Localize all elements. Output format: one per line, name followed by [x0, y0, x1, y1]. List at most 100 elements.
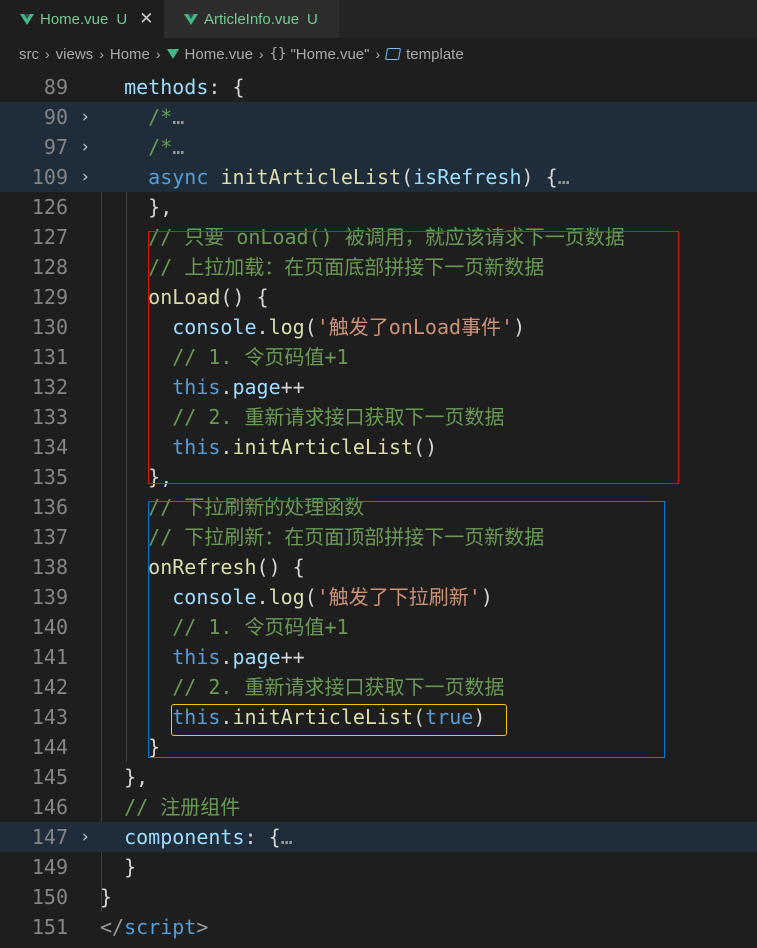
- code-text: methods: {: [100, 72, 244, 102]
- chevron-right-icon: ›: [45, 46, 50, 62]
- fold-chevron-icon[interactable]: ›: [80, 102, 90, 132]
- code-token: (: [401, 165, 414, 189]
- code-editor[interactable]: 89 methods: {90 › /*… 97 › /*… 109 › async in…: [0, 72, 757, 948]
- code-line[interactable]: 147 › components: {…: [0, 822, 757, 852]
- code-line[interactable]: 149 }: [0, 852, 757, 882]
- onload-highlight-box: [148, 231, 679, 484]
- line-number: 90: [0, 102, 68, 132]
- chevron-right-icon: ›: [258, 46, 264, 62]
- code-line[interactable]: 146 // 注册组件: [0, 792, 757, 822]
- line-number: 136: [31, 495, 68, 519]
- code-text: },: [100, 192, 172, 222]
- chevron-right-icon: ›: [99, 46, 104, 62]
- line-number: 137: [31, 525, 68, 549]
- code-token: …: [172, 135, 185, 159]
- fold-chevron-icon[interactable]: ›: [80, 822, 90, 852]
- code-text: </script>: [100, 912, 208, 942]
- tab-label: ArticleInfo.vue: [204, 10, 300, 28]
- code-token: ) {: [521, 165, 558, 189]
- untracked-badge: U: [307, 10, 318, 28]
- code-token: isRefresh: [413, 165, 522, 189]
- code-line[interactable]: 145 },: [0, 762, 757, 792]
- line-number: 97: [0, 132, 68, 162]
- code-line[interactable]: 151 </script>: [0, 912, 757, 942]
- breadcrumb-item-object[interactable]: "Home.vue": [290, 46, 369, 63]
- code-token: async: [148, 165, 209, 189]
- code-text: async initArticleList(isRefresh) {…: [100, 162, 570, 192]
- code-line[interactable]: 109 › async initArticleList(isRefresh) {…: [0, 162, 757, 192]
- code-token: </: [100, 915, 125, 939]
- breadcrumb: src › views › Home › Home.vue › {} "Home…: [0, 38, 757, 70]
- code-text: /*…: [100, 102, 184, 132]
- chevron-right-icon: ›: [155, 46, 161, 62]
- line-number: 139: [31, 585, 68, 609]
- line-number: 131: [31, 345, 68, 369]
- line-number: 144: [31, 735, 68, 759]
- vue-file-icon: [184, 13, 198, 25]
- breadcrumb-item-home-vue[interactable]: Home.vue: [185, 46, 253, 63]
- tab-home-vue[interactable]: Home.vue U ✕: [0, 0, 164, 38]
- code-token: // 注册组件: [124, 795, 241, 819]
- line-number: 128: [31, 255, 68, 279]
- tab-articleinfo-vue[interactable]: ArticleInfo.vue U: [164, 0, 339, 38]
- line-number: 135: [31, 465, 68, 489]
- code-text: },: [100, 762, 148, 792]
- breadcrumb-item-home-folder[interactable]: Home: [110, 46, 150, 63]
- line-number: 147: [0, 822, 68, 852]
- code-token: methods: [124, 75, 209, 99]
- line-number: 126: [31, 195, 68, 219]
- code-token: …: [280, 825, 293, 849]
- code-line[interactable]: 90 › /*…: [0, 102, 757, 132]
- code-line[interactable]: 97 › /*…: [0, 132, 757, 162]
- line-number: 145: [31, 765, 68, 789]
- code-token: }: [100, 885, 113, 909]
- code-text: /*…: [100, 132, 184, 162]
- code-token: script: [124, 915, 197, 939]
- code-line[interactable]: 126 },: [0, 192, 757, 222]
- line-number: 149: [31, 855, 68, 879]
- line-number: 133: [31, 405, 68, 429]
- line-number: 142: [31, 675, 68, 699]
- line-number: 109: [0, 162, 68, 192]
- fold-chevron-icon[interactable]: ›: [80, 132, 90, 162]
- line-number: 134: [31, 435, 68, 459]
- code-line[interactable]: 89 methods: {: [0, 72, 757, 102]
- close-icon[interactable]: ✕: [139, 9, 153, 29]
- untracked-badge: U: [116, 10, 128, 28]
- code-token: },: [124, 765, 149, 789]
- vue-file-icon: [166, 49, 179, 59]
- code-text: }: [100, 882, 112, 912]
- code-token: …: [557, 165, 570, 189]
- fold-chevron-icon[interactable]: ›: [80, 162, 90, 192]
- code-line[interactable]: 150}: [0, 882, 757, 912]
- breadcrumb-item-src[interactable]: src: [19, 46, 39, 63]
- cube-icon: [385, 48, 402, 60]
- breadcrumb-item-template[interactable]: template: [406, 46, 464, 63]
- code-token: /*: [148, 135, 173, 159]
- code-token: >: [196, 915, 209, 939]
- line-number: 150: [31, 885, 68, 909]
- code-text: components: {…: [100, 822, 293, 852]
- line-number: 143: [31, 705, 68, 729]
- code-text: // 注册组件: [100, 792, 240, 822]
- line-number: 89: [43, 75, 68, 99]
- breadcrumb-item-views[interactable]: views: [56, 46, 94, 63]
- line-number: 138: [31, 555, 68, 579]
- line-number: 141: [31, 645, 68, 669]
- code-token: },: [148, 195, 173, 219]
- code-token: }: [124, 855, 137, 879]
